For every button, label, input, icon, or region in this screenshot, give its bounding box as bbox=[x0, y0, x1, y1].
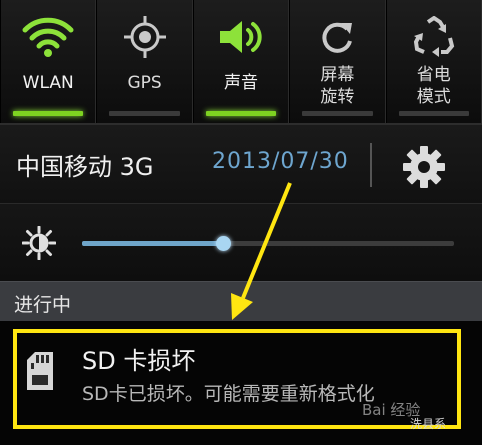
rotate-icon bbox=[290, 12, 384, 62]
brightness-icon bbox=[21, 225, 57, 261]
gps-toggle[interactable]: GPS bbox=[96, 0, 193, 123]
power-saving-label: 省电 模式 bbox=[416, 65, 451, 107]
divider bbox=[370, 143, 372, 187]
recycle-icon bbox=[387, 12, 481, 62]
brightness-slider[interactable] bbox=[82, 236, 454, 251]
rotate-label: 屏幕 旋转 bbox=[320, 65, 355, 107]
wlan-toggle[interactable]: WLAN bbox=[0, 0, 97, 123]
sound-icon bbox=[194, 12, 288, 62]
rotate-toggle[interactable]: 屏幕 旋转 bbox=[289, 0, 386, 123]
power-saving-indicator bbox=[398, 111, 469, 116]
quick-settings-panel: WLAN GPS 声音 屏幕 旋转 省电 模式 bbox=[0, 0, 482, 123]
brightness-row bbox=[0, 203, 482, 281]
carrier-name: 中国移动 3G bbox=[16, 153, 154, 181]
sound-indicator bbox=[205, 111, 277, 116]
gear-icon[interactable] bbox=[402, 145, 446, 189]
wifi-icon bbox=[1, 12, 95, 62]
rotate-indicator bbox=[302, 111, 373, 116]
brightness-thumb[interactable] bbox=[216, 236, 232, 251]
power-saving-toggle[interactable]: 省电 模式 bbox=[385, 0, 482, 123]
wlan-label: WLAN bbox=[22, 73, 74, 93]
gps-icon bbox=[97, 12, 191, 62]
sound-toggle[interactable]: 声音 bbox=[192, 0, 290, 123]
brightness-fill bbox=[82, 241, 224, 246]
gps-label: GPS bbox=[127, 73, 162, 93]
sound-label: 声音 bbox=[223, 73, 258, 93]
wlan-indicator bbox=[13, 111, 84, 116]
status-row: 中国移动 3G 2013/07/30 bbox=[0, 123, 482, 203]
gps-indicator bbox=[109, 111, 180, 116]
ongoing-label: 进行中 bbox=[14, 294, 72, 316]
ongoing-section-header: 进行中 bbox=[0, 281, 482, 321]
sd-card-notification[interactable]: SD 卡损坏 SD卡已损坏。可能需要重新格式化 Bai 经验 洗县系 bbox=[0, 321, 482, 445]
date-text: 2013/07/30 bbox=[212, 149, 349, 174]
watermark-author: 洗县系 bbox=[410, 417, 447, 431]
